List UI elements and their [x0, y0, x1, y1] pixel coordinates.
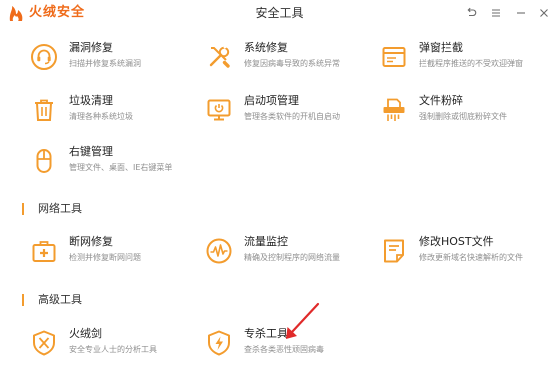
trash-icon	[35, 99, 53, 121]
traffic-gauge-icon	[206, 238, 232, 264]
tool-description: 查杀各类恶性顽固病毒	[244, 345, 324, 354]
tool-description: 管理各类软件的开机自启动	[244, 112, 340, 121]
tool-system-repair[interactable]: 系统修复 修复因病毒导致的系统异常	[205, 41, 340, 77]
app-window: 火绒安全 安全工具 漏洞修复 扫描并修复系统漏洞 系统修复 修复因病毒导致的系统…	[0, 0, 559, 368]
tool-name: 流量监控	[244, 235, 288, 248]
section-marker	[22, 294, 24, 306]
tool-name: 火绒剑	[69, 327, 102, 340]
wrench-screwdriver-icon	[209, 44, 230, 68]
tool-startup-manager[interactable]: 启动项管理 管理各类软件的开机自启动	[205, 94, 340, 130]
tool-name: 系统修复	[244, 41, 288, 54]
popup-block-icon	[382, 47, 406, 67]
close-icon	[540, 9, 548, 17]
tool-huorong-sword[interactable]: 火绒剑 安全专业人士的分析工具	[30, 327, 157, 363]
tool-context-menu-manager[interactable]: 右键管理 管理文件、桌面、IE右键菜单	[30, 145, 172, 181]
tool-name: 启动项管理	[244, 94, 299, 107]
brand: 火绒安全	[8, 4, 85, 22]
section-title: 高级工具	[38, 293, 82, 306]
tool-name: 漏洞修复	[69, 41, 113, 54]
brand-name: 火绒安全	[29, 5, 86, 20]
title-bar: 火绒安全 安全工具	[0, 0, 559, 26]
tool-description: 强制删除或彻底粉碎文件	[419, 112, 507, 121]
back-button[interactable]	[462, 4, 480, 22]
hosts-file-icon	[384, 239, 404, 263]
minimize-button[interactable]	[512, 4, 530, 22]
huorong-logo-icon	[9, 5, 23, 21]
tool-name: 垃圾清理	[69, 94, 113, 107]
tool-edit-hosts[interactable]: 修改HOST文件 修改更新域名快速解析的文件	[380, 235, 523, 271]
tool-description: 拦截程序推送的不受欢迎弹窗	[419, 59, 523, 68]
tool-description: 管理文件、桌面、IE右键菜单	[69, 163, 173, 172]
tool-description: 修改更新域名快速解析的文件	[419, 253, 523, 262]
back-icon	[467, 7, 477, 17]
tool-description: 安全专业人士的分析工具	[69, 345, 157, 354]
tool-network-repair[interactable]: 断网修复 检测并修复断网问题	[30, 235, 141, 271]
headset-icon	[31, 44, 57, 70]
antivirus-shield-icon	[208, 330, 230, 356]
tool-name: 文件粉碎	[419, 94, 463, 107]
section-title: 网络工具	[38, 202, 82, 215]
tool-name: 专杀工具	[244, 327, 288, 340]
tool-file-shredder[interactable]: 文件粉碎 强制删除或彻底粉碎文件	[380, 94, 507, 130]
tool-description: 修复因病毒导致的系统异常	[244, 59, 340, 68]
tool-description: 扫描并修复系统漏洞	[69, 59, 141, 68]
tool-special-killer[interactable]: 专杀工具 查杀各类恶性顽固病毒	[205, 327, 324, 363]
section-marker	[22, 203, 24, 215]
first-aid-kit-icon	[32, 241, 56, 262]
tool-vulnerability-fix[interactable]: 漏洞修复 扫描并修复系统漏洞	[30, 41, 141, 77]
tool-popup-block[interactable]: 弹窗拦截 拦截程序推送的不受欢迎弹窗	[380, 41, 523, 77]
tool-traffic-monitor[interactable]: 流量监控 精确及控制程序的网络流量	[205, 235, 340, 271]
section-network-tools: 网络工具	[22, 202, 82, 216]
tool-junk-clean[interactable]: 垃圾清理 清理各种系统垃圾	[30, 94, 133, 130]
tool-description: 检测并修复断网问题	[69, 253, 141, 262]
mouse-icon	[36, 149, 52, 173]
section-advanced-tools: 高级工具	[22, 293, 82, 307]
menu-button[interactable]	[487, 4, 505, 22]
tool-name: 弹窗拦截	[419, 41, 463, 54]
tool-description: 清理各种系统垃圾	[69, 112, 133, 121]
menu-icon	[492, 9, 500, 17]
tool-description: 精确及控制程序的网络流量	[244, 253, 340, 262]
tool-name: 修改HOST文件	[419, 235, 494, 248]
minimize-icon	[517, 12, 525, 14]
tool-name: 右键管理	[69, 145, 113, 158]
startup-monitor-icon	[207, 99, 231, 121]
tool-name: 断网修复	[69, 235, 113, 248]
shredder-icon	[383, 98, 405, 121]
sword-shield-icon	[33, 330, 55, 356]
close-button[interactable]	[535, 4, 553, 22]
